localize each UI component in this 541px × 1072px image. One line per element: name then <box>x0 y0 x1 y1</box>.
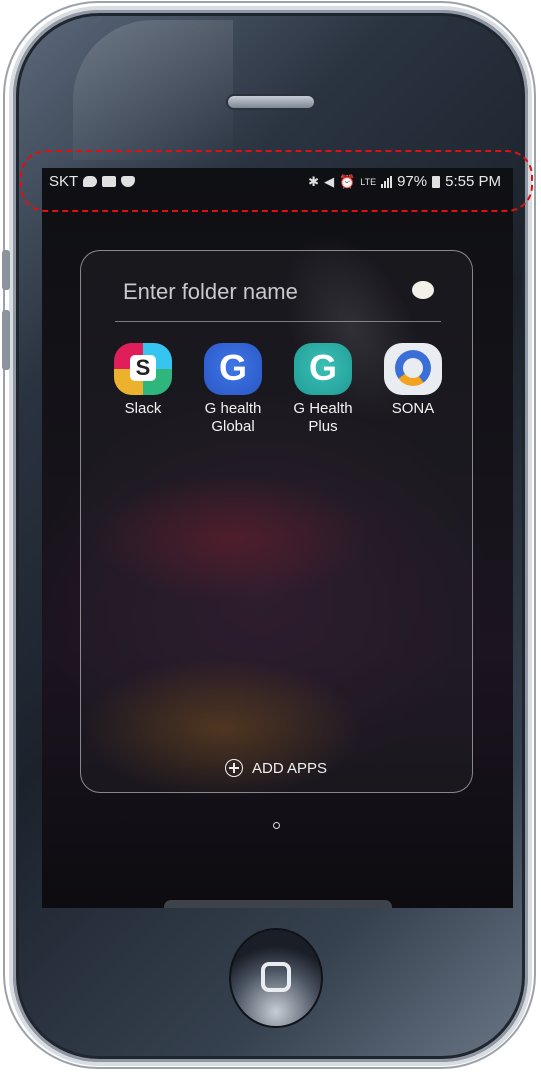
volume-up-button <box>2 310 10 370</box>
slack-glyph: S <box>130 355 156 381</box>
g-health-plus-icon: G <box>294 343 352 395</box>
home-square-icon <box>261 962 291 992</box>
silent-switch <box>2 250 10 290</box>
plus-circle-icon <box>225 759 243 777</box>
g-health-plus-glyph: G <box>308 347 337 388</box>
home-button[interactable] <box>229 928 323 1028</box>
folder-name-input[interactable]: Enter folder name <box>123 279 298 305</box>
frame-gloss <box>73 20 233 160</box>
g-health-global-icon: G <box>204 343 262 395</box>
app-g-health-plus[interactable]: G G Health Plus <box>285 343 361 436</box>
app-folder: Enter folder name S Slack G G health Glo… <box>80 250 473 793</box>
app-label: G health Global <box>204 400 262 435</box>
app-g-health-global[interactable]: G G health Global <box>195 343 271 436</box>
add-apps-label: ADD APPS <box>252 759 328 777</box>
app-slack[interactable]: S Slack <box>105 343 181 418</box>
page-indicator[interactable] <box>273 822 280 829</box>
navigation-bar-handle[interactable] <box>164 900 392 908</box>
earpiece-speaker <box>226 94 316 110</box>
sona-icon <box>384 343 442 395</box>
app-label: SONA <box>391 400 435 417</box>
app-sona[interactable]: SONA <box>375 343 451 418</box>
phone-screen: SKT ✱ ◀ ⏰ LTE 97% 5:55 PM Enter folder n… <box>42 168 513 908</box>
g-health-global-glyph: G <box>218 347 247 388</box>
folder-name-divider <box>115 321 441 322</box>
slack-icon: S <box>114 343 172 395</box>
app-label: G Health Plus <box>293 400 353 435</box>
folder-color-dot[interactable] <box>412 281 434 299</box>
sona-ring-center <box>403 358 423 378</box>
app-label: Slack <box>124 400 162 417</box>
status-bar-highlight <box>20 150 533 212</box>
add-apps-button[interactable]: ADD APPS <box>225 759 327 777</box>
